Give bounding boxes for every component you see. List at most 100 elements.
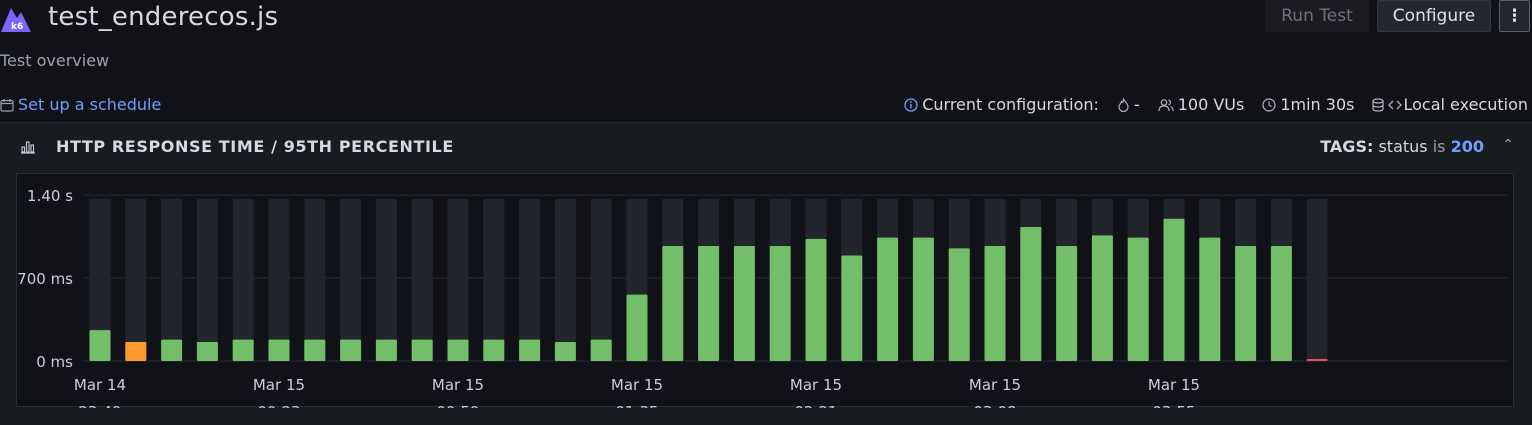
fire-icon	[1118, 97, 1129, 112]
tags-field: status	[1378, 137, 1428, 156]
page-title: test_enderecos.js	[48, 2, 279, 32]
bar	[805, 238, 827, 361]
bar-background	[447, 199, 469, 361]
bar-background	[161, 199, 183, 361]
clock-icon	[1262, 97, 1276, 112]
bar	[554, 342, 576, 361]
bar	[1235, 245, 1257, 361]
config-execution-value: Local execution	[1403, 95, 1528, 114]
bar	[769, 245, 791, 361]
bar-background	[411, 199, 433, 361]
tags-key: TAGS:	[1320, 137, 1374, 156]
run-test-button[interactable]: Run Test	[1265, 0, 1369, 32]
code-icon	[1388, 100, 1403, 109]
y-tick-label: 700 ms	[17, 270, 73, 288]
bar-background	[232, 199, 254, 361]
tags-operator: is	[1432, 137, 1446, 156]
x-tick-time: 00:23	[257, 403, 300, 408]
x-tick-time: 23:49	[78, 403, 121, 408]
x-tick-time: 03:55	[1152, 403, 1195, 408]
bar	[590, 339, 612, 361]
response-time-chart: 0 ms 700 ms 1.40 s Mar 14 23:49 Mar 15 00:23 Ma…	[17, 187, 1507, 408]
configure-button[interactable]: Configure	[1377, 0, 1491, 32]
bar	[89, 330, 111, 361]
bar	[411, 339, 433, 361]
config-vus-value: 100 VUs	[1177, 95, 1245, 114]
bar	[1091, 235, 1113, 361]
bar	[125, 342, 147, 361]
bar-background	[125, 199, 147, 361]
setup-schedule-link[interactable]: Set up a schedule	[0, 95, 161, 114]
bar-background	[1306, 199, 1328, 361]
bar	[340, 339, 362, 361]
bar	[196, 342, 218, 361]
bar	[1163, 218, 1185, 361]
x-tick-time: 02:21	[794, 403, 837, 408]
bar-background	[483, 199, 505, 361]
config-execution: Local execution	[1372, 95, 1528, 114]
bar-chart-icon	[21, 141, 35, 154]
x-tick-time: 03:08	[973, 403, 1016, 408]
bar	[912, 237, 934, 361]
y-tick-label: 0 ms	[36, 353, 73, 371]
svg-text:k6: k6	[11, 22, 23, 32]
config-load-zone: -	[1117, 95, 1140, 114]
bar	[984, 245, 1006, 361]
bar	[1056, 245, 1078, 361]
x-tick-date: Mar 15	[790, 376, 842, 394]
bar-background	[590, 199, 612, 361]
bar	[841, 255, 863, 361]
config-duration: 1min 30s	[1262, 95, 1354, 114]
bar	[1127, 237, 1149, 361]
bar	[662, 245, 684, 361]
config-vus: 100 VUs	[1158, 95, 1245, 114]
bar-background	[519, 199, 541, 361]
bar	[1270, 245, 1292, 361]
bar	[161, 339, 183, 361]
bar-background	[340, 199, 362, 361]
x-tick-date: Mar 14	[74, 376, 126, 394]
x-tick-date: Mar 15	[432, 376, 484, 394]
k6-logo: k6	[1, 8, 31, 32]
panel-title: HTTP RESPONSE TIME / 95TH PERCENTILE	[56, 137, 454, 156]
page-subtitle: Test overview	[0, 51, 110, 70]
bar-background	[304, 199, 326, 361]
bar	[483, 339, 505, 361]
x-tick-time: 01:35	[615, 403, 658, 408]
bar	[304, 339, 326, 361]
x-tick-date: Mar 15	[1148, 376, 1200, 394]
config-load-zone-value: -	[1133, 95, 1140, 114]
bar-background	[554, 199, 576, 361]
more-options-button[interactable]: ⋮	[1499, 0, 1530, 32]
bar-background	[375, 199, 397, 361]
x-tick-date: Mar 15	[969, 376, 1021, 394]
bar	[1306, 359, 1328, 361]
bar-background	[268, 199, 290, 361]
bar-background	[196, 199, 218, 361]
bar	[375, 339, 397, 361]
bar	[268, 339, 290, 361]
users-icon	[1158, 98, 1174, 111]
x-tick-time: 00:59	[436, 403, 479, 408]
panel-header[interactable]: HTTP RESPONSE TIME / 95TH PERCENTILE TAG…	[0, 123, 1532, 171]
bar	[1020, 227, 1042, 361]
tags-value: 200	[1450, 137, 1484, 156]
bar	[626, 294, 648, 361]
calendar-icon	[0, 98, 14, 112]
bar	[877, 237, 899, 361]
config-label: Current configuration:	[922, 95, 1099, 114]
bar	[447, 339, 469, 361]
bar	[232, 339, 254, 361]
x-tick-date: Mar 15	[611, 376, 663, 394]
bar	[733, 245, 755, 361]
y-tick-label: 1.40 s	[27, 187, 73, 205]
config-label-item: Current configuration:	[904, 95, 1099, 114]
bar	[698, 245, 720, 361]
chevron-up-icon[interactable]: ⌃	[1502, 137, 1514, 153]
http-response-time-panel: HTTP RESPONSE TIME / 95TH PERCENTILE TAG…	[0, 122, 1532, 425]
tags-filter[interactable]: TAGS: status is 200	[1320, 137, 1484, 156]
config-duration-value: 1min 30s	[1280, 95, 1355, 114]
current-configuration: Current configuration: - 100 VUs 1min 30…	[904, 95, 1528, 114]
info-icon	[904, 97, 918, 112]
bar	[948, 248, 970, 361]
